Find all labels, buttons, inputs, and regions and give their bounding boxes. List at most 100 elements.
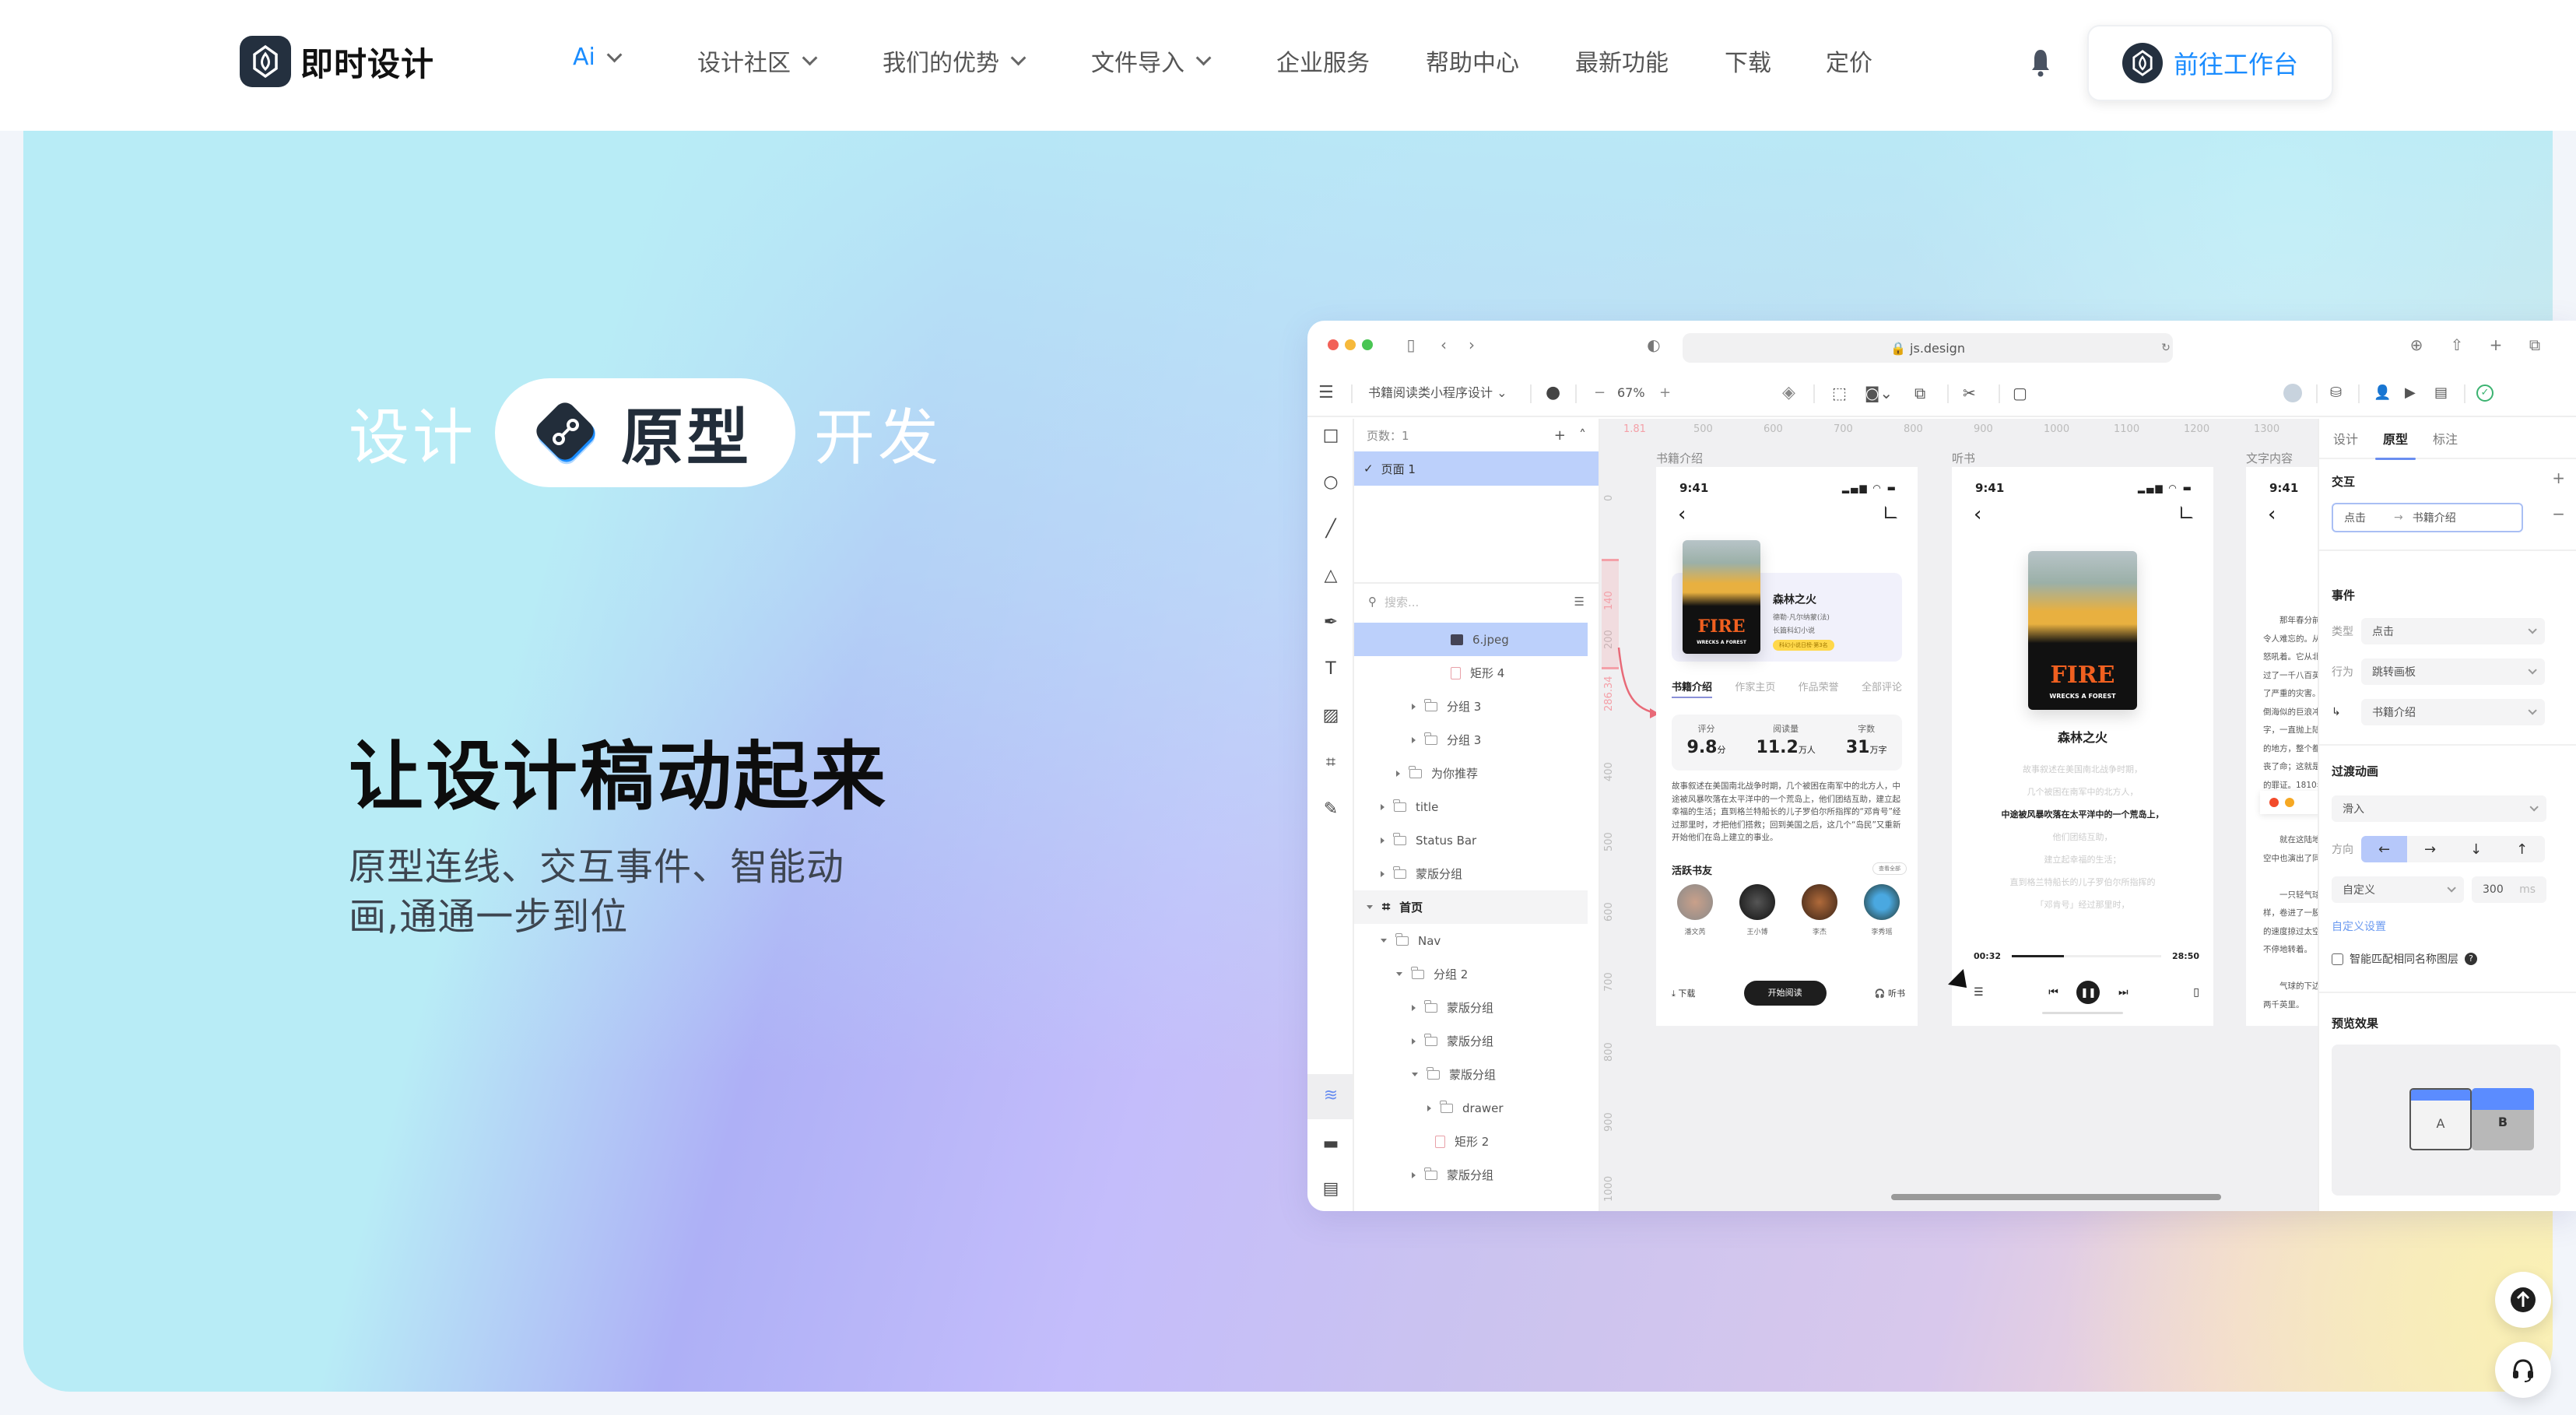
layer-row[interactable]: 蒙版分组 <box>1354 1024 1599 1058</box>
menu-icon[interactable]: ☰ <box>1318 383 1334 403</box>
download-button[interactable]: ⤓ 下载 <box>1672 987 1695 999</box>
layer-row[interactable]: drawer <box>1354 1091 1599 1125</box>
pen-tool-icon[interactable]: ✒ <box>1321 613 1340 632</box>
tab-develop[interactable]: 开发 <box>814 389 942 476</box>
back-icon[interactable]: ‹ <box>1974 503 1981 526</box>
layer-row[interactable]: 蒙版分组 <box>1354 1158 1599 1192</box>
sidebar-toggle-icon[interactable]: ▯ <box>1402 336 1420 353</box>
reload-icon[interactable]: ↻ <box>2157 339 2174 356</box>
back-icon[interactable]: ‹ <box>2268 503 2276 526</box>
share-icon[interactable]: ⇧ <box>2448 336 2465 353</box>
easing-select[interactable]: 自定义 <box>2332 876 2464 903</box>
page-item[interactable]: ✓ 页面 1 <box>1354 451 1599 486</box>
direction-option[interactable]: → <box>2407 836 2453 862</box>
tab-prototype[interactable]: 原型 <box>2375 429 2416 460</box>
layer-row[interactable]: 分组 3 <box>1354 723 1599 757</box>
caret-down-icon[interactable] <box>1367 905 1373 909</box>
dev-mode-icon[interactable]: ▤ <box>2434 383 2448 403</box>
layer-row[interactable]: 为你推荐 <box>1354 757 1599 790</box>
close-dot[interactable] <box>1328 339 1339 350</box>
caret-down-icon[interactable] <box>1396 972 1402 976</box>
canvas[interactable]: 1.81 500 600 700 800 900 1000 1100 1200 1300 0 140… <box>1600 419 2402 1211</box>
maximize-dot[interactable] <box>1362 339 1373 350</box>
direction-option[interactable]: ← <box>2361 836 2407 862</box>
go-to-workbench-button[interactable]: 前往工作台 <box>2087 25 2333 101</box>
layer-row[interactable]: 矩形 2 <box>1354 1125 1599 1158</box>
frame-label[interactable]: 书籍介绍 <box>1656 450 1703 466</box>
polygon-tool-icon[interactable]: △ <box>1321 567 1340 585</box>
smart-match-checkbox[interactable] <box>2332 953 2343 965</box>
tab-design[interactable]: 设计 <box>2333 429 2358 448</box>
share-user-icon[interactable]: 👤 <box>2374 383 2391 403</box>
frame-label[interactable]: 文字内容 <box>2246 450 2293 466</box>
tabs-overview-icon[interactable]: ⧉ <box>2526 336 2543 353</box>
layer-row[interactable]: 分组 2 <box>1354 957 1599 991</box>
start-reading-button[interactable]: 开始阅读 <box>1743 981 1827 1006</box>
forward-icon[interactable]: › <box>1463 336 1480 353</box>
caret-right-icon[interactable] <box>1412 1004 1416 1011</box>
reader-avatar[interactable]: 李杰 <box>1796 884 1843 936</box>
pause-button[interactable]: ❚❚ <box>2076 981 2100 1004</box>
next-icon[interactable]: ⏭ <box>2118 986 2129 999</box>
download-icon[interactable]: ⊕ <box>2408 336 2425 353</box>
reader-avatar[interactable]: 李秀瑶 <box>1858 884 1905 936</box>
ellipse-tool-icon[interactable]: ○ <box>1321 473 1340 492</box>
layer-row[interactable]: 蒙版分组 <box>1354 1058 1599 1091</box>
device-frame-icon[interactable]: ▢ <box>2013 383 2027 403</box>
minimize-dot[interactable] <box>1345 339 1356 350</box>
progress-track[interactable] <box>2012 955 2161 957</box>
caret-right-icon[interactable] <box>1427 1104 1431 1111</box>
layer-row[interactable]: 蒙版分组 <box>1354 991 1599 1024</box>
caret-right-icon[interactable] <box>1381 837 1385 844</box>
layers-tab-active[interactable]: ≋ <box>1307 1074 1353 1119</box>
layer-row[interactable]: title <box>1354 790 1599 823</box>
duration-input[interactable]: 300 ms <box>2472 876 2546 903</box>
caret-right-icon[interactable] <box>1412 703 1416 710</box>
direction-option[interactable]: ↑ <box>2499 836 2545 862</box>
customer-service-button[interactable] <box>2495 1342 2551 1398</box>
share-icon[interactable] <box>1885 506 1897 518</box>
tab-prototype-active[interactable]: 原型 <box>495 378 796 487</box>
tab-author[interactable]: 作家主页 <box>1735 679 1775 698</box>
tab-reviews[interactable]: 全部评论 <box>1862 679 1902 698</box>
listen-button[interactable]: 🎧 听书 <box>1875 987 1905 999</box>
nav-item-new-features[interactable]: 最新功能 <box>1575 44 1669 78</box>
nav-item-file-import[interactable]: 文件导入 <box>1091 44 1212 78</box>
caret-down-icon[interactable] <box>1412 1073 1418 1076</box>
component-icon[interactable]: ◈ <box>1782 383 1795 403</box>
bell-icon[interactable] <box>2028 47 2053 78</box>
reader-avatar[interactable]: 王小博 <box>1734 884 1781 936</box>
see-all-button[interactable]: 查看全部 <box>1872 862 1907 875</box>
zoom-in-button[interactable]: + <box>1659 383 1671 403</box>
export-icon[interactable]: ⧉ <box>1914 383 1925 403</box>
frame-label[interactable]: 听书 <box>1952 450 1975 466</box>
frame-book-intro[interactable]: 9:41 ▂▄▆ ◠ ▬ ‹ FIRE WRECKS A FOREST 森林之火… <box>1656 467 1918 1026</box>
caret-right-icon[interactable] <box>1396 770 1400 777</box>
caret-right-icon[interactable] <box>1381 803 1385 810</box>
transition-select[interactable]: 滑入 <box>2332 795 2546 822</box>
layer-row[interactable]: Nav <box>1354 924 1599 957</box>
direction-option[interactable]: ↓ <box>2453 836 2499 862</box>
help-icon[interactable]: ? <box>2465 953 2477 965</box>
book-icon[interactable]: ▯ <box>2193 986 2199 999</box>
layer-row[interactable]: ⌗ 首页 <box>1354 890 1588 924</box>
interaction-item[interactable]: 点击 → 书籍介绍 <box>2332 503 2523 532</box>
brand-logo[interactable]: 即时设计 <box>240 36 434 87</box>
frame-select-icon[interactable]: ⬚ <box>1832 383 1847 403</box>
nav-item-design-community[interactable]: 设计社区 <box>697 44 818 78</box>
library-icon[interactable]: ▤ <box>1321 1180 1340 1199</box>
frame-listen[interactable]: 9:41 ▂▄▆ ◠ ▬ ‹ FIRE WRECKS A FOREST 森林之火… <box>1952 467 2213 1026</box>
back-to-top-button[interactable] <box>2495 1272 2551 1328</box>
add-interaction-icon[interactable]: + <box>2552 469 2565 487</box>
tab-honors[interactable]: 作品荣誉 <box>1799 679 1839 698</box>
layer-row[interactable]: 6.jpeg <box>1354 623 1588 656</box>
custom-settings-link[interactable]: 自定义设置 <box>2332 918 2386 934</box>
rectangle-tool-icon[interactable]: □ <box>1321 427 1340 445</box>
back-icon[interactable]: ‹ <box>1435 336 1452 353</box>
file-name-dropdown[interactable]: 书籍阅读类小程序设计 ⌄ <box>1368 383 1507 403</box>
share-icon[interactable] <box>2181 506 2193 518</box>
shield-icon[interactable]: ◐ <box>1645 336 1662 353</box>
caret-right-icon[interactable] <box>1412 1038 1416 1045</box>
layer-row[interactable]: 分组 3 <box>1354 690 1599 723</box>
assets-icon[interactable]: ▬ <box>1321 1135 1340 1153</box>
